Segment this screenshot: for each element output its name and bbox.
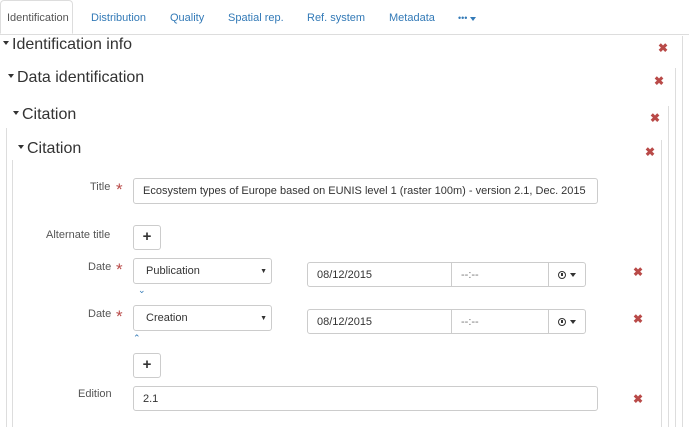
clock-icon xyxy=(558,317,566,326)
clock-icon xyxy=(558,270,566,279)
required-marker: * xyxy=(116,180,123,199)
tab-ref-system[interactable]: Ref. system xyxy=(307,0,365,34)
section-identification-info[interactable]: Identification info xyxy=(3,36,132,54)
remove-edition-icon[interactable]: ✖ xyxy=(633,393,643,405)
date-input[interactable]: 08/12/2015 xyxy=(307,262,452,287)
remove-citation-inner-icon[interactable]: ✖ xyxy=(645,146,655,158)
remove-data-identification-icon[interactable]: ✖ xyxy=(654,75,664,87)
section-border xyxy=(675,68,676,427)
caret-down-icon xyxy=(18,145,24,149)
tab-bar: Identification Distribution Quality Spat… xyxy=(0,0,689,35)
section-data-identification[interactable]: Data identification xyxy=(8,69,144,87)
caret-down-icon xyxy=(570,319,576,324)
add-alternate-title-button[interactable]: + xyxy=(133,225,161,250)
tab-spatial-rep[interactable]: Spatial rep. xyxy=(228,0,284,34)
tab-identification[interactable]: Identification xyxy=(0,0,73,34)
time-input[interactable]: --:-- xyxy=(451,262,549,287)
alternate-title-label: Alternate title xyxy=(46,229,111,241)
remove-date-icon[interactable]: ✖ xyxy=(633,266,643,278)
chevron-up-icon[interactable]: ⌃ xyxy=(133,333,141,344)
edition-label: Edition xyxy=(78,388,112,400)
time-input[interactable]: --:-- xyxy=(451,309,549,334)
dropdown-arrow-icon: ▼ xyxy=(260,268,267,275)
time-picker-button[interactable] xyxy=(548,262,586,287)
title-input[interactable]: Ecosystem types of Europe based on EUNIS… xyxy=(133,178,598,204)
add-date-button[interactable]: + xyxy=(133,353,161,378)
time-picker-button[interactable] xyxy=(548,309,586,334)
date-label: Date xyxy=(88,261,112,273)
caret-down-icon xyxy=(3,41,9,45)
remove-date-icon[interactable]: ✖ xyxy=(633,313,643,325)
caret-down-icon xyxy=(469,16,476,21)
edition-input[interactable]: 2.1 xyxy=(133,386,598,411)
caret-down-icon xyxy=(8,74,14,78)
date-input[interactable]: 08/12/2015 xyxy=(307,309,452,334)
section-citation-inner[interactable]: Citation xyxy=(18,140,81,158)
remove-citation-outer-icon[interactable]: ✖ xyxy=(650,112,660,124)
more-icon: ••• xyxy=(458,13,468,23)
section-border xyxy=(6,128,7,427)
section-border xyxy=(661,140,662,427)
caret-down-icon xyxy=(570,272,576,277)
required-marker: * xyxy=(116,307,123,326)
tab-metadata[interactable]: Metadata xyxy=(389,0,435,34)
chevron-down-icon[interactable]: ⌄ xyxy=(138,285,146,296)
section-border xyxy=(682,36,683,427)
dropdown-arrow-icon: ▼ xyxy=(260,315,267,322)
section-citation-outer[interactable]: Citation xyxy=(13,106,76,124)
date-label: Date xyxy=(88,308,112,320)
tab-distribution[interactable]: Distribution xyxy=(91,0,146,34)
date-type-select[interactable]: Creation ▼ xyxy=(133,305,272,331)
caret-down-icon xyxy=(13,111,19,115)
section-border xyxy=(12,160,13,427)
remove-identification-info-icon[interactable]: ✖ xyxy=(658,42,668,54)
tab-more[interactable]: ••• xyxy=(458,0,476,34)
title-label: Title xyxy=(90,181,111,193)
date-type-select[interactable]: Publication ▼ xyxy=(133,258,272,284)
section-border xyxy=(668,106,669,427)
tab-quality[interactable]: Quality xyxy=(170,0,204,34)
required-marker: * xyxy=(116,260,123,279)
